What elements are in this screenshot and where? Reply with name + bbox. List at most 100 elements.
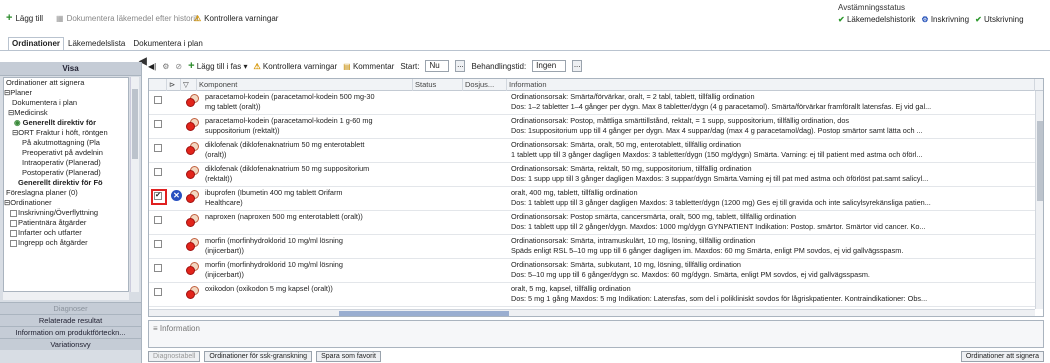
scrollbar-thumb[interactable] xyxy=(339,311,509,316)
orders-review-button[interactable]: Ordinationer för ssk-granskning xyxy=(204,351,313,362)
check-icon: ✔ xyxy=(838,15,845,24)
information-line: 1 tablett upp till 3 gånger dagligen Max… xyxy=(511,149,923,159)
tree-item-general-directive-fo[interactable]: Generellt direktiv för Fö xyxy=(4,178,128,188)
treatment-time-picker-button[interactable]: ... xyxy=(572,60,583,72)
section-diagnoses[interactable]: Diagnoser xyxy=(0,302,141,314)
tree-item-orders[interactable]: ⊟Ordinationer xyxy=(4,198,128,208)
tab-medication-list[interactable]: Läkemedelslista xyxy=(64,37,129,51)
check-warnings-toolbar-button[interactable]: ⚠ Kontrollera varningar xyxy=(254,62,338,71)
settings-icon[interactable]: ⚙ xyxy=(162,62,169,71)
tab-document-in-plan[interactable]: Dokumentera i plan xyxy=(129,37,206,51)
scrollbar-thumb[interactable] xyxy=(1037,121,1043,201)
tree-item-admission-transfer[interactable]: Inskrivning/Överflyttning xyxy=(4,208,128,218)
add-label: Lägg till xyxy=(15,13,44,23)
check-warnings-button[interactable]: ⚠ Kontrollera varningar xyxy=(194,12,278,24)
tree-item-lines-drains[interactable]: Infarter och utfarter xyxy=(4,228,128,238)
table-row[interactable]: oxikodon (oxikodon 5 mg kapsel (oralt)) o… xyxy=(149,283,1035,307)
document-history-button[interactable]: ▦ Dokumentera läkemedel efter historik xyxy=(56,12,199,24)
orders-to-sign-button[interactable]: Ordinationer att signera xyxy=(960,351,1044,362)
table-row[interactable]: naproxen (naproxen 500 mg enterotablett … xyxy=(149,211,1035,235)
comment-button[interactable]: ▤ Kommentar xyxy=(343,62,394,71)
header-component[interactable]: Komponent xyxy=(197,79,413,91)
cancel-icon[interactable]: ⊘ xyxy=(175,62,182,71)
information-line: Ordinationsorsak: Postop smärta, cancers… xyxy=(511,212,797,221)
tree-item-orders-to-sign[interactable]: Ordinationer att signera xyxy=(4,78,128,88)
status-admission[interactable]: ⚙ Inskrivning xyxy=(921,15,969,24)
sidebar-hscrollbar[interactable] xyxy=(3,292,129,300)
sidebar-scrollbar[interactable] xyxy=(130,77,139,292)
grid-hscrollbar[interactable] xyxy=(149,309,1035,316)
checkbox[interactable] xyxy=(10,209,17,217)
reconciliation-status: Avstämningsstatus ✔ Läkemedelshistorik ⚙… xyxy=(838,3,1050,31)
row-checkbox[interactable] xyxy=(154,216,162,224)
table-row[interactable]: morfin (morfinhydroklorid 10 mg/ml lösni… xyxy=(149,235,1035,259)
section-product-info[interactable]: Information om produktförteckn... xyxy=(0,326,141,338)
header-information[interactable]: Information xyxy=(507,79,1035,91)
checkbox[interactable] xyxy=(10,229,17,237)
tree-item-ort-fracture[interactable]: ⊟ORT Fraktur i höft, röntgen xyxy=(4,128,128,138)
start-picker-button[interactable]: ... xyxy=(455,60,466,72)
row-checkbox[interactable] xyxy=(154,240,162,248)
status-history[interactable]: ✔ Läkemedelshistorik xyxy=(838,15,915,24)
cell-information: Ordinationsorsak: Smärta, subkutant, 10 … xyxy=(511,260,1031,279)
save-favorite-button[interactable]: Spara som favorit xyxy=(316,351,381,362)
table-row[interactable]: diklofenak (diklofenaknatrium 50 mg ente… xyxy=(149,139,1035,163)
row-checkbox[interactable] xyxy=(154,288,162,296)
tree-item-intraoperative[interactable]: Intraoperativ (Planerad) xyxy=(4,158,128,168)
table-row[interactable]: paracetamol-kodein (paracetamol-kodein 1… xyxy=(149,115,1035,139)
information-line: Späds enligt RSL 5–10 mg upp till 6 gång… xyxy=(511,245,904,255)
row-checkbox[interactable] xyxy=(154,120,162,128)
table-row[interactable]: paracetamol-kodein (paracetamol-kodein 5… xyxy=(149,91,1035,115)
tab-orders[interactable]: Ordinationer xyxy=(8,37,65,51)
treatment-time-input[interactable]: Ingen xyxy=(532,60,567,72)
tree-item-patient-care[interactable]: Patientnära åtgärder xyxy=(4,218,128,228)
bottom-bar: Diagnostabell Ordinationer för ssk-grans… xyxy=(148,350,1044,363)
row-checkbox[interactable] xyxy=(154,264,162,272)
add-button[interactable]: + Lägg till xyxy=(6,12,43,24)
tree-item-procedures[interactable]: Ingrepp och åtgärder xyxy=(4,238,128,248)
tree-item-general-directive[interactable]: ◉ Generellt direktiv för xyxy=(4,118,128,128)
information-title[interactable]: ≡ Information xyxy=(153,324,200,333)
warning-icon: ⚠ xyxy=(194,13,202,23)
row-checkbox[interactable] xyxy=(154,168,162,176)
tab-divider xyxy=(0,50,1050,51)
tree-item-emergency[interactable]: På akutmottagning (Pla xyxy=(4,138,128,148)
component-line: (injicerbart)) xyxy=(205,269,244,279)
status-discharge[interactable]: ✔ Utskrivning xyxy=(975,15,1024,24)
component-line: morfin (morfinhydroklorid 10 mg/ml lösni… xyxy=(205,260,343,269)
component-line: diklofenak (diklofenaknatrium 50 mg ente… xyxy=(205,140,365,149)
header-status[interactable]: Status xyxy=(413,79,463,91)
row-checkbox[interactable] xyxy=(154,144,162,152)
checkbox[interactable] xyxy=(10,239,17,247)
header-dose-adjust[interactable]: Dosjus... xyxy=(463,79,507,91)
tree-item-postoperative[interactable]: Postoperativ (Planerad) xyxy=(4,168,128,178)
expand-icon: ≡ xyxy=(153,324,158,333)
section-related-results[interactable]: Relaterade resultat xyxy=(0,314,141,326)
arrow-left-icon[interactable]: ◀| xyxy=(148,62,156,71)
component-line: suppositorium (rektalt)) xyxy=(205,125,280,135)
medication-pill-icon xyxy=(186,118,200,132)
tree-item-document-in-plan[interactable]: Dokumentera i plan xyxy=(4,98,128,108)
filter-icon[interactable]: ▽ xyxy=(181,79,197,91)
tree-item-suggested-plans[interactable]: Föreslagna planer (0) xyxy=(4,188,128,198)
scrollbar-thumb[interactable] xyxy=(132,89,138,159)
section-variation-view[interactable]: Variationsvy xyxy=(0,338,141,350)
grid-header: ⊳ ▽ Komponent Status Dosjus... Informati… xyxy=(149,79,1043,91)
checkbox[interactable] xyxy=(10,219,17,227)
information-line: Ordinationsorsak: Postop, måttliga smärt… xyxy=(511,116,850,125)
tree-item-medical[interactable]: ⊟Medicinsk xyxy=(4,108,128,118)
tree-item-preoperative[interactable]: Preoperativt på avdelnin xyxy=(4,148,128,158)
table-row[interactable]: ✔ ✕ ibuprofen (Ibumetin 400 mg tablett Ori… xyxy=(149,187,1035,211)
information-line: oralt, 5 mg, kapsel, tillfällig ordinati… xyxy=(511,284,631,293)
document-icon: ▦ xyxy=(56,13,64,23)
remove-icon[interactable]: ✕ xyxy=(171,190,182,201)
row-checkbox[interactable] xyxy=(154,96,162,104)
start-input[interactable]: Nu xyxy=(425,60,450,72)
table-row[interactable]: diklofenak (diklofenaknatrium 50 mg supp… xyxy=(149,163,1035,187)
table-row[interactable]: morfin (morfinhydroklorid 10 mg/ml lösni… xyxy=(149,259,1035,283)
tree-item-plans[interactable]: ⊟Planer xyxy=(4,88,128,98)
grid-scrollbar[interactable] xyxy=(1035,91,1043,309)
add-in-phase-button[interactable]: + Lägg till i fas ▾ xyxy=(188,61,247,72)
diagnosis-table-button[interactable]: Diagnostabell xyxy=(148,351,201,362)
cell-information: Ordinationsorsak: Postop, måttliga smärt… xyxy=(511,116,1031,135)
